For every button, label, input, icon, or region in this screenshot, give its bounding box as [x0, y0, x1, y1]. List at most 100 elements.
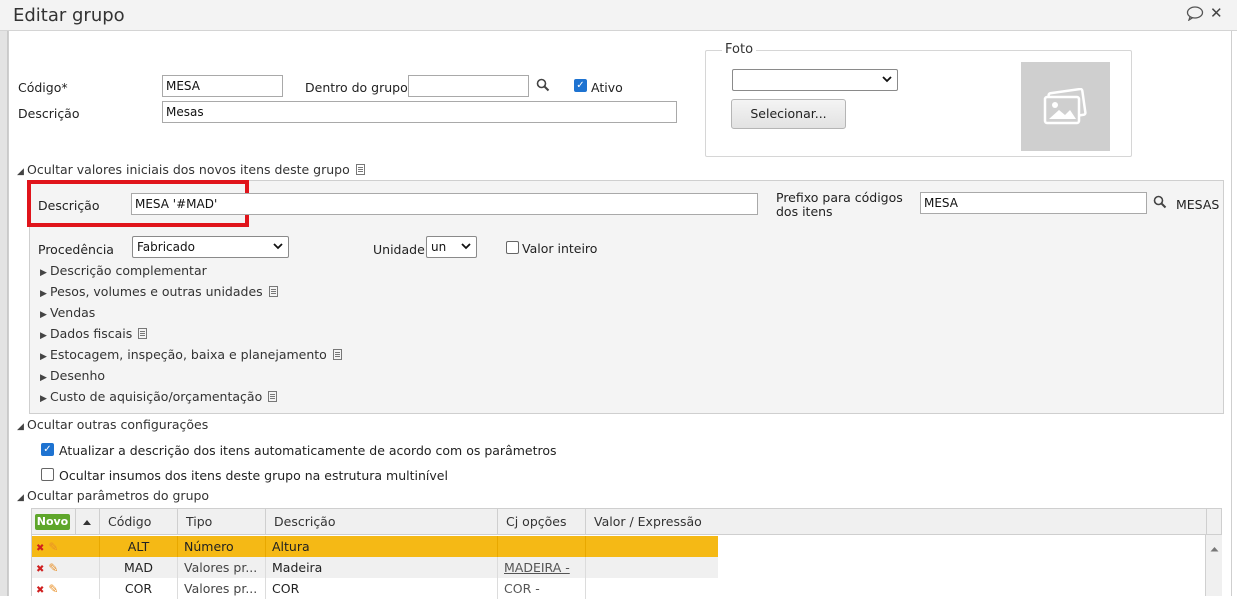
- descricao-label: Descrição: [18, 106, 80, 121]
- subsection-estocagem[interactable]: ▶ Estocagem, inspeção, baixa e planejamen…: [40, 347, 342, 362]
- descricao-input[interactable]: Mesas: [162, 101, 677, 123]
- chevron-down-icon: [273, 239, 283, 256]
- codigo-label: Código*: [18, 80, 68, 95]
- search-icon[interactable]: [1153, 195, 1167, 212]
- expand-triangle-icon: ▶: [40, 289, 47, 299]
- expand-triangle-icon: ▶: [40, 268, 47, 278]
- expand-triangle-icon: ▶: [40, 331, 47, 341]
- cell-cj-opcoes-link[interactable]: MADEIRA -: [498, 557, 586, 578]
- row-actions: ✖ ✎: [32, 557, 100, 578]
- subsection-label: Custo de aquisição/orçamentação: [50, 389, 263, 404]
- delete-icon[interactable]: ✖: [36, 543, 44, 554]
- dentro-do-grupo-label: Dentro do grupo: [305, 80, 408, 95]
- subsection-custo-aquisicao[interactable]: ▶ Custo de aquisição/orçamentação: [40, 389, 278, 404]
- delete-icon[interactable]: ✖: [36, 585, 44, 596]
- atualizar-descricao-label: Atualizar a descrição dos itens automati…: [59, 443, 557, 458]
- chevron-down-icon: [882, 72, 892, 89]
- close-icon[interactable]: ✕: [1210, 4, 1223, 22]
- delete-icon[interactable]: ✖: [36, 564, 44, 575]
- unidade-select[interactable]: un: [426, 236, 477, 258]
- subsection-label: Desenho: [50, 368, 106, 383]
- valor-inteiro-label: Valor inteiro: [522, 241, 598, 256]
- cell-tipo: Valores pr...: [178, 557, 266, 578]
- prefixo-label-line2: dos itens: [776, 204, 833, 219]
- novo-cell: Novo: [32, 509, 76, 535]
- col-tipo[interactable]: Tipo: [178, 509, 266, 535]
- row-actions: ✖ ✎: [32, 536, 100, 557]
- col-cj-opcoes[interactable]: Cj opções: [498, 509, 586, 535]
- edit-pencil-icon[interactable]: ✎: [48, 561, 58, 575]
- chevron-down-icon: [461, 239, 471, 256]
- toggle-parametros-label: Ocultar parâmetros do grupo: [27, 488, 210, 503]
- collapse-triangle-icon: ◢: [17, 167, 24, 177]
- comment-icon[interactable]: [1186, 6, 1204, 24]
- cell-codigo: MAD: [100, 557, 178, 578]
- sort-up-icon[interactable]: [76, 509, 100, 535]
- selecionar-button[interactable]: Selecionar...: [731, 99, 846, 129]
- subsection-desenho[interactable]: ▶ Desenho: [40, 368, 105, 383]
- foto-select[interactable]: [732, 69, 898, 91]
- document-icon[interactable]: [138, 328, 148, 339]
- edit-pencil-icon[interactable]: ✎: [48, 582, 58, 596]
- document-icon[interactable]: [332, 349, 342, 360]
- document-icon[interactable]: [355, 164, 365, 175]
- document-icon[interactable]: [268, 286, 278, 297]
- dialog-titlebar[interactable]: Editar grupo ✕: [0, 0, 1237, 31]
- col-valor-expressao[interactable]: Valor / Expressão: [586, 509, 1207, 535]
- collapse-triangle-icon: ◢: [17, 493, 24, 503]
- ativo-label: Ativo: [591, 80, 623, 95]
- table-row[interactable]: ✖ ✎ ALT Número Altura: [32, 536, 718, 557]
- col-descricao[interactable]: Descrição: [266, 509, 498, 535]
- subsection-label: Estocagem, inspeção, baixa e planejament…: [50, 347, 327, 362]
- cell-descricao: Altura: [266, 536, 498, 557]
- subsection-pesos-volumes[interactable]: ▶ Pesos, volumes e outras unidades: [40, 284, 278, 299]
- expand-triangle-icon: ▶: [40, 394, 47, 404]
- procedencia-label: Procedência: [38, 242, 114, 257]
- document-icon[interactable]: [268, 391, 278, 402]
- toggle-outras-configuracoes[interactable]: ◢ Ocultar outras configurações: [17, 417, 208, 432]
- cell-tipo: Número: [178, 536, 266, 557]
- params-grid-header: Novo Código Tipo Descrição Cj opções Val…: [31, 508, 1222, 535]
- iv-descricao-input[interactable]: MESA '#MAD': [131, 193, 758, 215]
- subsection-vendas[interactable]: ▶ Vendas: [40, 305, 95, 320]
- procedencia-select-value: Fabricado: [137, 240, 195, 254]
- cell-cj-opcoes: [498, 536, 586, 557]
- subsection-label: Descrição complementar: [50, 263, 207, 278]
- col-codigo[interactable]: Código: [100, 509, 178, 535]
- prefixo-label-line1: Prefixo para códigos: [776, 190, 903, 205]
- procedencia-select[interactable]: Fabricado: [132, 236, 289, 258]
- expand-triangle-icon: ▶: [40, 310, 47, 320]
- expand-triangle-icon: ▶: [40, 373, 47, 383]
- foto-legend: Foto: [722, 42, 757, 57]
- grid-scrollbar[interactable]: [1205, 535, 1222, 596]
- ocultar-insumos-checkbox[interactable]: [41, 468, 54, 481]
- image-placeholder-icon: [1041, 87, 1089, 129]
- codigo-input[interactable]: MESA: [162, 75, 283, 97]
- subsection-dados-fiscais[interactable]: ▶ Dados fiscais: [40, 326, 148, 341]
- search-icon[interactable]: [536, 78, 550, 95]
- photo-placeholder: [1021, 62, 1110, 151]
- toggle-valores-iniciais-label: Ocultar valores iniciais dos novos itens…: [27, 162, 350, 177]
- ativo-checkbox[interactable]: ✓: [574, 79, 587, 92]
- novo-button[interactable]: Novo: [35, 514, 70, 530]
- cell-valor[interactable]: [586, 557, 718, 578]
- toggle-parametros[interactable]: ◢ Ocultar parâmetros do grupo: [17, 488, 209, 503]
- edit-pencil-icon[interactable]: ✎: [48, 540, 58, 554]
- table-row[interactable]: ✖ ✎ MAD Valores pr... Madeira MADEIRA -: [32, 557, 718, 578]
- subsection-label: Dados fiscais: [50, 326, 133, 341]
- params-grid-body: ✖ ✎ ALT Número Altura ✖ ✎ MAD Valores pr…: [31, 535, 1205, 599]
- prefixo-input[interactable]: MESA: [920, 192, 1147, 214]
- collapse-triangle-icon: ◢: [17, 422, 24, 432]
- cell-valor[interactable]: [586, 536, 718, 557]
- toggle-outras-label: Ocultar outras configurações: [27, 417, 209, 432]
- toggle-valores-iniciais[interactable]: ◢ Ocultar valores iniciais dos novos iten…: [17, 162, 365, 177]
- cell-descricao: Madeira: [266, 557, 498, 578]
- valor-inteiro-checkbox[interactable]: [506, 241, 519, 254]
- background-strip: [0, 0, 8, 596]
- dialog-title: Editar grupo: [13, 5, 125, 26]
- prefixo-suffix: MESAS: [1176, 197, 1220, 212]
- scroll-up-icon[interactable]: [1210, 541, 1219, 555]
- dentro-do-grupo-input[interactable]: [408, 75, 529, 97]
- atualizar-descricao-checkbox[interactable]: ✓: [41, 443, 54, 456]
- subsection-descricao-complementar[interactable]: ▶ Descrição complementar: [40, 263, 207, 278]
